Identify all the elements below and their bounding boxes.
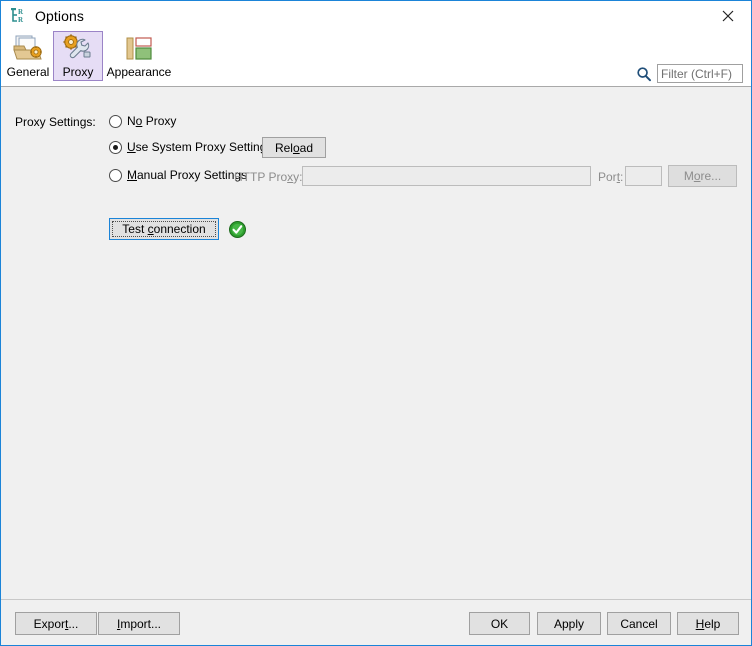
radio-manual-proxy[interactable] — [109, 168, 122, 182]
repository-tree-icon: R R — [11, 8, 24, 24]
http-proxy-label: HTTP Proxy: — [234, 170, 303, 184]
title-bar: R R Options — [1, 1, 751, 31]
proxy-settings-label: Proxy Settings: — [15, 115, 96, 129]
dialog-footer: Export... Import... OK Apply Cancel Help — [1, 599, 751, 645]
help-button[interactable]: Help — [677, 612, 739, 635]
apply-button[interactable]: Apply — [537, 612, 601, 635]
tab-appearance[interactable]: Appearance — [103, 31, 175, 81]
tab-general[interactable]: General — [3, 31, 53, 81]
tab-proxy-label: Proxy — [62, 65, 94, 79]
svg-text:R: R — [18, 16, 24, 24]
success-check-icon — [229, 220, 246, 238]
option-manual-proxy[interactable]: Manual Proxy Settings — [109, 168, 247, 182]
search-icon[interactable] — [636, 66, 652, 82]
cancel-button[interactable]: Cancel — [607, 612, 671, 635]
import-button[interactable]: Import... — [98, 612, 180, 635]
toolbar: General Proxy Appearance Filter (Ctrl+F) — [1, 31, 751, 87]
filter-area — [636, 64, 743, 83]
radio-no-proxy[interactable] — [109, 114, 122, 128]
option-no-proxy-label[interactable]: No Proxy — [127, 114, 176, 128]
proxy-settings-panel — [1, 87, 751, 599]
port-label: Port: — [598, 170, 624, 184]
ok-button[interactable]: OK — [469, 612, 530, 635]
close-icon — [722, 10, 734, 21]
tab-proxy[interactable]: Proxy — [53, 31, 103, 81]
window-title: Options — [35, 8, 84, 24]
tab-general-label: General — [6, 65, 50, 79]
test-connection-area: Test connection — [109, 218, 246, 240]
radio-use-system-proxy[interactable] — [109, 140, 122, 154]
option-no-proxy[interactable]: No Proxy — [109, 114, 176, 128]
test-connection-button[interactable]: Test connection — [109, 218, 219, 240]
option-use-system-proxy-label[interactable]: Use System Proxy Settings — [127, 140, 272, 154]
port-input[interactable] — [625, 166, 662, 186]
folder-gear-icon — [13, 35, 42, 60]
option-use-system-proxy[interactable]: Use System Proxy Settings — [109, 140, 272, 154]
options-window: R R Options General Proxy Appearance Fil… — [0, 0, 752, 646]
layout-blocks-icon — [126, 37, 152, 60]
filter-input[interactable] — [657, 64, 743, 83]
tab-strip: General Proxy Appearance — [3, 31, 175, 81]
http-proxy-input[interactable] — [302, 166, 591, 186]
export-button[interactable]: Export... — [15, 612, 97, 635]
option-manual-proxy-label[interactable]: Manual Proxy Settings — [127, 168, 247, 182]
tab-appearance-label: Appearance — [106, 65, 172, 79]
gear-wrench-icon — [63, 34, 91, 59]
more-button[interactable]: More... — [668, 165, 737, 187]
svg-text:R: R — [18, 8, 24, 16]
reload-button[interactable]: Reload — [262, 137, 326, 158]
close-button[interactable] — [705, 1, 751, 30]
